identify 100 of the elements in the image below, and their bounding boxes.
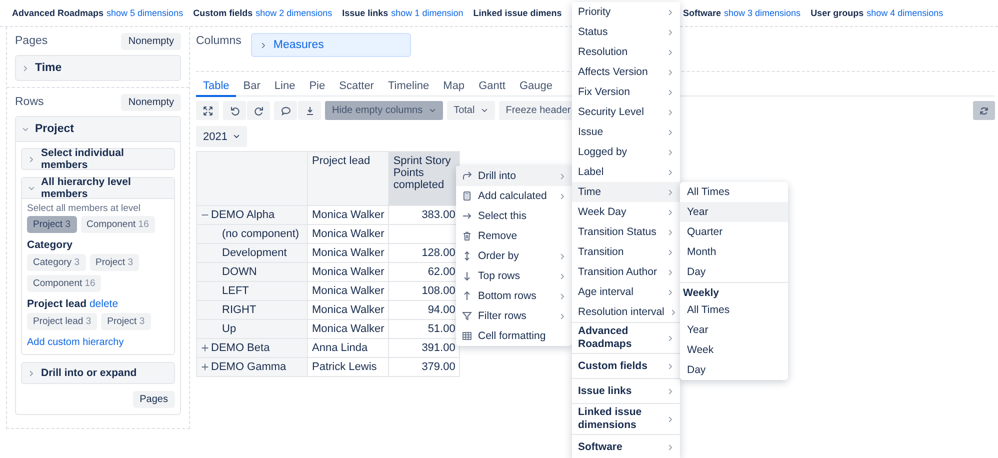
table-cell: Monica Walker [308, 244, 389, 262]
dimension-group-label: Advanced Roadmaps [12, 8, 104, 18]
nonempty-button[interactable]: Nonempty [121, 94, 181, 111]
level-chip[interactable]: Project 3 [27, 216, 77, 233]
menu-heading: Weekly [682, 286, 720, 300]
menu-item[interactable]: Week [680, 340, 788, 360]
arrow-down-icon [462, 271, 472, 281]
view-tab[interactable]: Timeline [380, 77, 436, 97]
show-dimensions-link[interactable]: show 1 dimension [391, 8, 464, 18]
menu-item[interactable]: Label [572, 162, 680, 182]
menu-item[interactable]: Age interval [572, 282, 680, 302]
dropdown-button[interactable]: Total [446, 101, 495, 120]
menu-item[interactable]: Transition [572, 242, 680, 262]
show-dimensions-link[interactable]: show 5 dimensions [106, 8, 184, 18]
column-header[interactable]: Sprint Story Points completed [388, 152, 460, 206]
delete-link[interactable]: delete [89, 298, 118, 310]
level-chip[interactable]: Category 3 [27, 254, 86, 271]
menu-item[interactable]: All Times [680, 182, 788, 202]
chevron-right-icon [260, 42, 268, 48]
row-header[interactable]: DEMO Alpha [196, 206, 308, 224]
row-header[interactable]: RIGHT [196, 300, 308, 320]
menu-item[interactable]: Issue links [572, 378, 680, 403]
view-tab[interactable]: Map [436, 77, 472, 97]
chevron-right-icon [667, 28, 674, 36]
view-tab[interactable]: Scatter [332, 77, 381, 97]
menu-item[interactable]: Linked issue dimensions [572, 403, 680, 434]
level-chip[interactable]: Component 16 [27, 275, 102, 292]
menu-item[interactable]: Priority [572, 2, 680, 22]
dimension-group-label: Issue links [342, 8, 388, 18]
chevron-right-icon [22, 64, 29, 72]
row-header[interactable]: LEFT [196, 282, 308, 300]
view-tab[interactable]: Bar [236, 77, 268, 97]
view-tab[interactable]: Pie [302, 77, 332, 97]
column-header[interactable]: Project lead [308, 152, 389, 206]
menu-item[interactable]: Day [680, 262, 788, 282]
menu-item[interactable]: Software [572, 434, 680, 458]
menu-item[interactable]: Fix Version [572, 82, 680, 102]
menu-item[interactable]: All Times [680, 300, 788, 320]
menu-item[interactable]: Week Day [572, 202, 680, 222]
level-chip[interactable]: Project 3 [90, 254, 140, 271]
view-tab[interactable]: Gauge [512, 77, 560, 97]
menu-item[interactable]: Transition Status [572, 222, 680, 242]
collapsible-header[interactable]: All hierarchy level members [22, 178, 174, 199]
menu-item[interactable]: Logged by [572, 142, 680, 162]
download-button[interactable] [298, 101, 321, 120]
refresh-button[interactable] [973, 101, 995, 120]
hint-text: Select all members at level [27, 203, 142, 214]
menu-item[interactable]: Quarter [680, 222, 788, 242]
show-dimensions-link[interactable]: show 3 dimensions [724, 8, 801, 18]
level-chip[interactable]: Component 16 [80, 216, 155, 233]
row-header[interactable]: DEMO Gamma [196, 358, 308, 376]
menu-item[interactable]: Drill into [456, 166, 572, 186]
chevron-down-icon [428, 107, 436, 114]
menu-item[interactable]: Resolution [572, 42, 680, 62]
table-cell: Patrick Lewis [308, 358, 389, 376]
page-filter-dropdown[interactable]: 2021 [196, 126, 248, 147]
row-header[interactable]: (no component) [196, 224, 308, 244]
add-hierarchy-link[interactable]: Add custom hierarchy [27, 337, 124, 348]
chevron-right-icon [667, 208, 674, 216]
row-header[interactable]: DEMO Beta [196, 338, 308, 358]
chevron-right-icon [667, 248, 674, 256]
undo-button[interactable] [223, 101, 246, 120]
menu-item[interactable]: Year [680, 320, 788, 340]
up-down-arrow-icon [462, 251, 472, 261]
fullscreen-button[interactable] [196, 101, 219, 120]
menu-item[interactable]: Month [680, 242, 788, 262]
pages-button[interactable]: Pages [132, 391, 175, 408]
row-header[interactable]: Up [196, 320, 308, 338]
row-header[interactable]: DOWN [196, 262, 308, 282]
table-cell: 379.00 [388, 358, 460, 376]
collapsible-header[interactable]: Project [16, 117, 180, 142]
chevron-right-icon [667, 48, 674, 56]
nonempty-button[interactable]: Nonempty [121, 33, 181, 50]
chevron-right-icon [667, 68, 674, 76]
show-dimensions-link[interactable]: show 4 dimensions [866, 8, 944, 18]
menu-item[interactable]: Status [572, 22, 680, 42]
level-chip[interactable]: Project lead 3 [27, 313, 98, 330]
menu-item[interactable]: Year [680, 202, 788, 222]
comment-button[interactable] [274, 101, 297, 120]
view-tab[interactable]: Gantt [472, 77, 512, 97]
chevron-right-icon [667, 148, 674, 156]
redo-button[interactable] [247, 101, 270, 120]
menu-item[interactable]: Transition Author [572, 262, 680, 282]
view-tab[interactable]: Table [196, 77, 236, 97]
row-header[interactable]: Development [196, 244, 308, 262]
chevron-right-icon [28, 156, 35, 162]
collapsible-header[interactable]: Time [15, 55, 181, 81]
menu-item[interactable]: Resolution interval [572, 302, 680, 322]
menu-item[interactable]: Issue [572, 122, 680, 142]
collapsible-header[interactable]: Drill into or expand [21, 362, 175, 384]
menu-item[interactable]: Day [680, 360, 788, 380]
view-tab[interactable]: Line [267, 77, 302, 97]
level-chip[interactable]: Project 3 [101, 313, 151, 330]
menu-item[interactable]: Time [572, 182, 680, 202]
collapsible-header[interactable]: Select individual members [21, 148, 175, 170]
section-title: Columns [196, 34, 242, 47]
menu-item[interactable]: Affects Version [572, 62, 680, 82]
menu-item[interactable]: Remove [456, 226, 572, 246]
show-dimensions-link[interactable]: show 2 dimensions [256, 8, 332, 18]
columns-dimension-chip[interactable]: Measures [251, 33, 412, 57]
